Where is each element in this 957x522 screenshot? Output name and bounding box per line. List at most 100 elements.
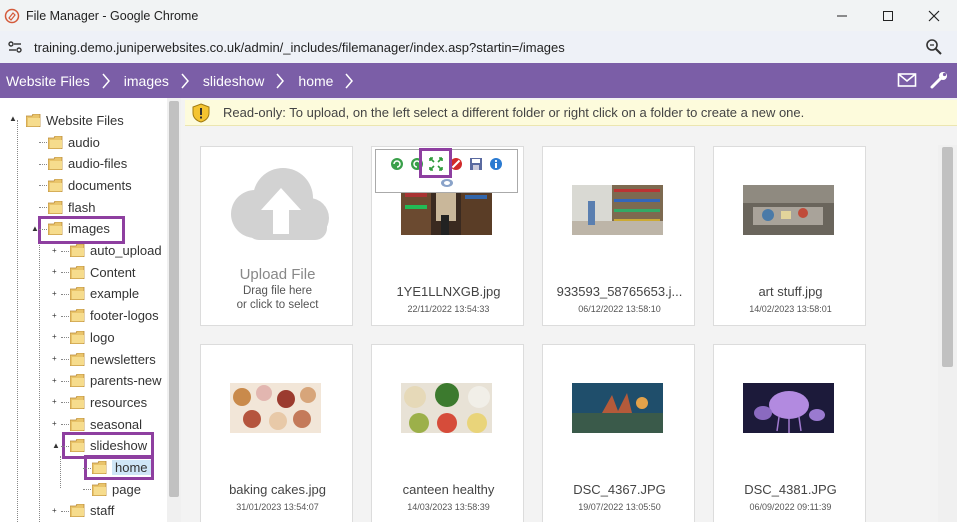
tree-item-label: auto_upload bbox=[90, 243, 162, 258]
upload-file-card[interactable]: Upload File Drag file here or click to s… bbox=[200, 146, 353, 326]
rotate-left-icon[interactable] bbox=[390, 157, 404, 171]
file-card[interactable]: art stuff.jpg 14/02/2023 13:58:01 bbox=[713, 146, 866, 326]
expand-icon[interactable]: + bbox=[52, 267, 61, 276]
chevron-right-icon bbox=[276, 73, 285, 88]
tree-item[interactable]: slideshow bbox=[70, 436, 147, 456]
file-actions-toolbar bbox=[375, 148, 518, 193]
expand-icon[interactable]: + bbox=[52, 311, 61, 320]
collapse-icon[interactable]: ▲ bbox=[9, 114, 18, 123]
breadcrumb-item[interactable]: Website Files bbox=[0, 73, 94, 89]
folder-icon bbox=[92, 461, 107, 474]
expand-icon[interactable]: + bbox=[52, 506, 61, 515]
tree-item-root[interactable]: Website Files bbox=[26, 110, 124, 130]
expand-icon[interactable]: + bbox=[52, 289, 61, 298]
folder-icon bbox=[92, 482, 107, 496]
link-icon[interactable] bbox=[439, 177, 455, 189]
file-date: 14/02/2023 13:58:01 bbox=[749, 304, 832, 314]
tree-item-label: resources bbox=[90, 394, 148, 410]
folder-icon bbox=[70, 374, 85, 388]
breadcrumb: Website Files images slideshow home bbox=[0, 63, 957, 98]
expand-icon[interactable]: + bbox=[52, 246, 61, 255]
mail-icon[interactable] bbox=[897, 70, 917, 90]
tree-item[interactable]: audio-files bbox=[48, 154, 127, 174]
tree-item[interactable]: seasonal bbox=[70, 414, 142, 434]
file-name: DSC_4381.JPG bbox=[744, 482, 837, 497]
tree-item[interactable]: audio bbox=[48, 132, 100, 152]
read-only-notice: Read-only: To upload, on the left select… bbox=[185, 100, 957, 126]
folder-icon bbox=[70, 244, 85, 257]
tree-item[interactable]: page bbox=[92, 479, 141, 499]
tree-item-label: audio-files bbox=[68, 156, 128, 172]
tree-item[interactable]: example bbox=[70, 284, 139, 304]
url-text[interactable]: training.demo.juniperwebsites.co.uk/admi… bbox=[34, 40, 565, 55]
collapse-icon[interactable]: ▲ bbox=[52, 441, 61, 450]
tree-item-label: seasonal bbox=[90, 416, 143, 432]
thumbnail-image bbox=[230, 383, 321, 433]
tree-item[interactable]: footer-logos bbox=[70, 306, 159, 326]
tree-item[interactable]: resources bbox=[70, 392, 147, 412]
breadcrumb-item[interactable]: home bbox=[292, 73, 337, 89]
sidebar-scroll-thumb[interactable] bbox=[169, 101, 179, 497]
file-card[interactable]: baking cakes.jpg 31/01/2023 13:54:07 bbox=[200, 344, 353, 522]
breadcrumb-item[interactable]: images bbox=[118, 73, 173, 89]
upload-subtitle: Drag file here or click to select bbox=[201, 284, 354, 312]
folder-icon bbox=[48, 222, 63, 236]
expand-icon[interactable]: + bbox=[52, 354, 61, 363]
tree-item[interactable]: parents-new bbox=[70, 371, 162, 391]
close-button[interactable] bbox=[911, 0, 957, 31]
window-title: File Manager - Google Chrome bbox=[26, 8, 199, 23]
tree-item[interactable]: home bbox=[92, 458, 151, 478]
minimize-button[interactable] bbox=[819, 0, 865, 31]
info-icon[interactable] bbox=[489, 157, 503, 171]
expand-icon[interactable]: + bbox=[52, 397, 61, 406]
file-name: baking cakes.jpg bbox=[229, 482, 326, 497]
warning-shield-icon bbox=[192, 102, 210, 123]
highlight-resize bbox=[419, 148, 452, 178]
main-scroll-thumb[interactable] bbox=[942, 147, 953, 367]
wrench-icon[interactable] bbox=[929, 70, 949, 90]
maximize-button[interactable] bbox=[865, 0, 911, 31]
file-name: 1YE1LLNXGB.jpg bbox=[396, 284, 501, 299]
file-date: 14/03/2023 13:58:39 bbox=[407, 502, 490, 512]
folder-icon bbox=[70, 504, 85, 518]
tree-item[interactable]: newsletters bbox=[70, 349, 156, 369]
file-card[interactable]: DSC_4367.JPG 19/07/2022 13:05:50 bbox=[542, 344, 695, 522]
tree-item[interactable]: staff bbox=[70, 501, 114, 521]
tree-item-label: parents-new bbox=[90, 373, 162, 389]
tree-item-label: staff bbox=[90, 503, 115, 519]
file-name: art stuff.jpg bbox=[758, 284, 823, 299]
file-card[interactable]: DSC_4381.JPG 06/09/2022 09:11:39 bbox=[713, 344, 866, 522]
tree-item-label: slideshow bbox=[90, 438, 148, 454]
tree-item[interactable]: documents bbox=[48, 175, 132, 195]
file-name: canteen healthy bbox=[402, 482, 495, 497]
tree-item-label: flash bbox=[68, 199, 96, 215]
expand-icon[interactable]: + bbox=[52, 332, 61, 341]
tree-item[interactable]: flash bbox=[48, 197, 95, 217]
address-bar[interactable]: training.demo.juniperwebsites.co.uk/admi… bbox=[0, 31, 957, 63]
tree-item[interactable]: Content bbox=[70, 262, 136, 282]
app-icon bbox=[4, 8, 20, 23]
expand-icon[interactable]: + bbox=[52, 419, 61, 428]
expand-icon[interactable]: + bbox=[52, 376, 61, 385]
folder-icon bbox=[70, 439, 85, 453]
zoom-icon[interactable] bbox=[925, 38, 943, 56]
tree-item[interactable]: images bbox=[48, 219, 110, 239]
file-card[interactable]: canteen healthy 14/03/2023 13:58:39 bbox=[371, 344, 524, 522]
cloud-upload-icon bbox=[231, 168, 329, 240]
folder-icon bbox=[48, 178, 63, 192]
folder-icon bbox=[48, 157, 63, 171]
folder-icon bbox=[70, 309, 85, 323]
file-date: 31/01/2023 13:54:07 bbox=[236, 502, 319, 512]
file-date: 06/12/2022 13:58:10 bbox=[578, 304, 661, 314]
site-settings-icon[interactable] bbox=[6, 38, 24, 56]
save-icon[interactable] bbox=[469, 157, 483, 171]
file-card[interactable]: 933593_58765653.j... 06/12/2022 13:58:10 bbox=[542, 146, 695, 326]
breadcrumb-item[interactable]: slideshow bbox=[197, 73, 268, 89]
tree-item[interactable]: logo bbox=[70, 327, 115, 347]
tree-item-label: Content bbox=[90, 264, 136, 280]
folder-icon bbox=[48, 200, 63, 214]
collapse-icon[interactable]: ▲ bbox=[31, 224, 40, 233]
chevron-right-icon bbox=[345, 73, 354, 88]
tree-item[interactable]: auto_upload bbox=[70, 241, 162, 261]
maximize-icon bbox=[883, 10, 893, 21]
